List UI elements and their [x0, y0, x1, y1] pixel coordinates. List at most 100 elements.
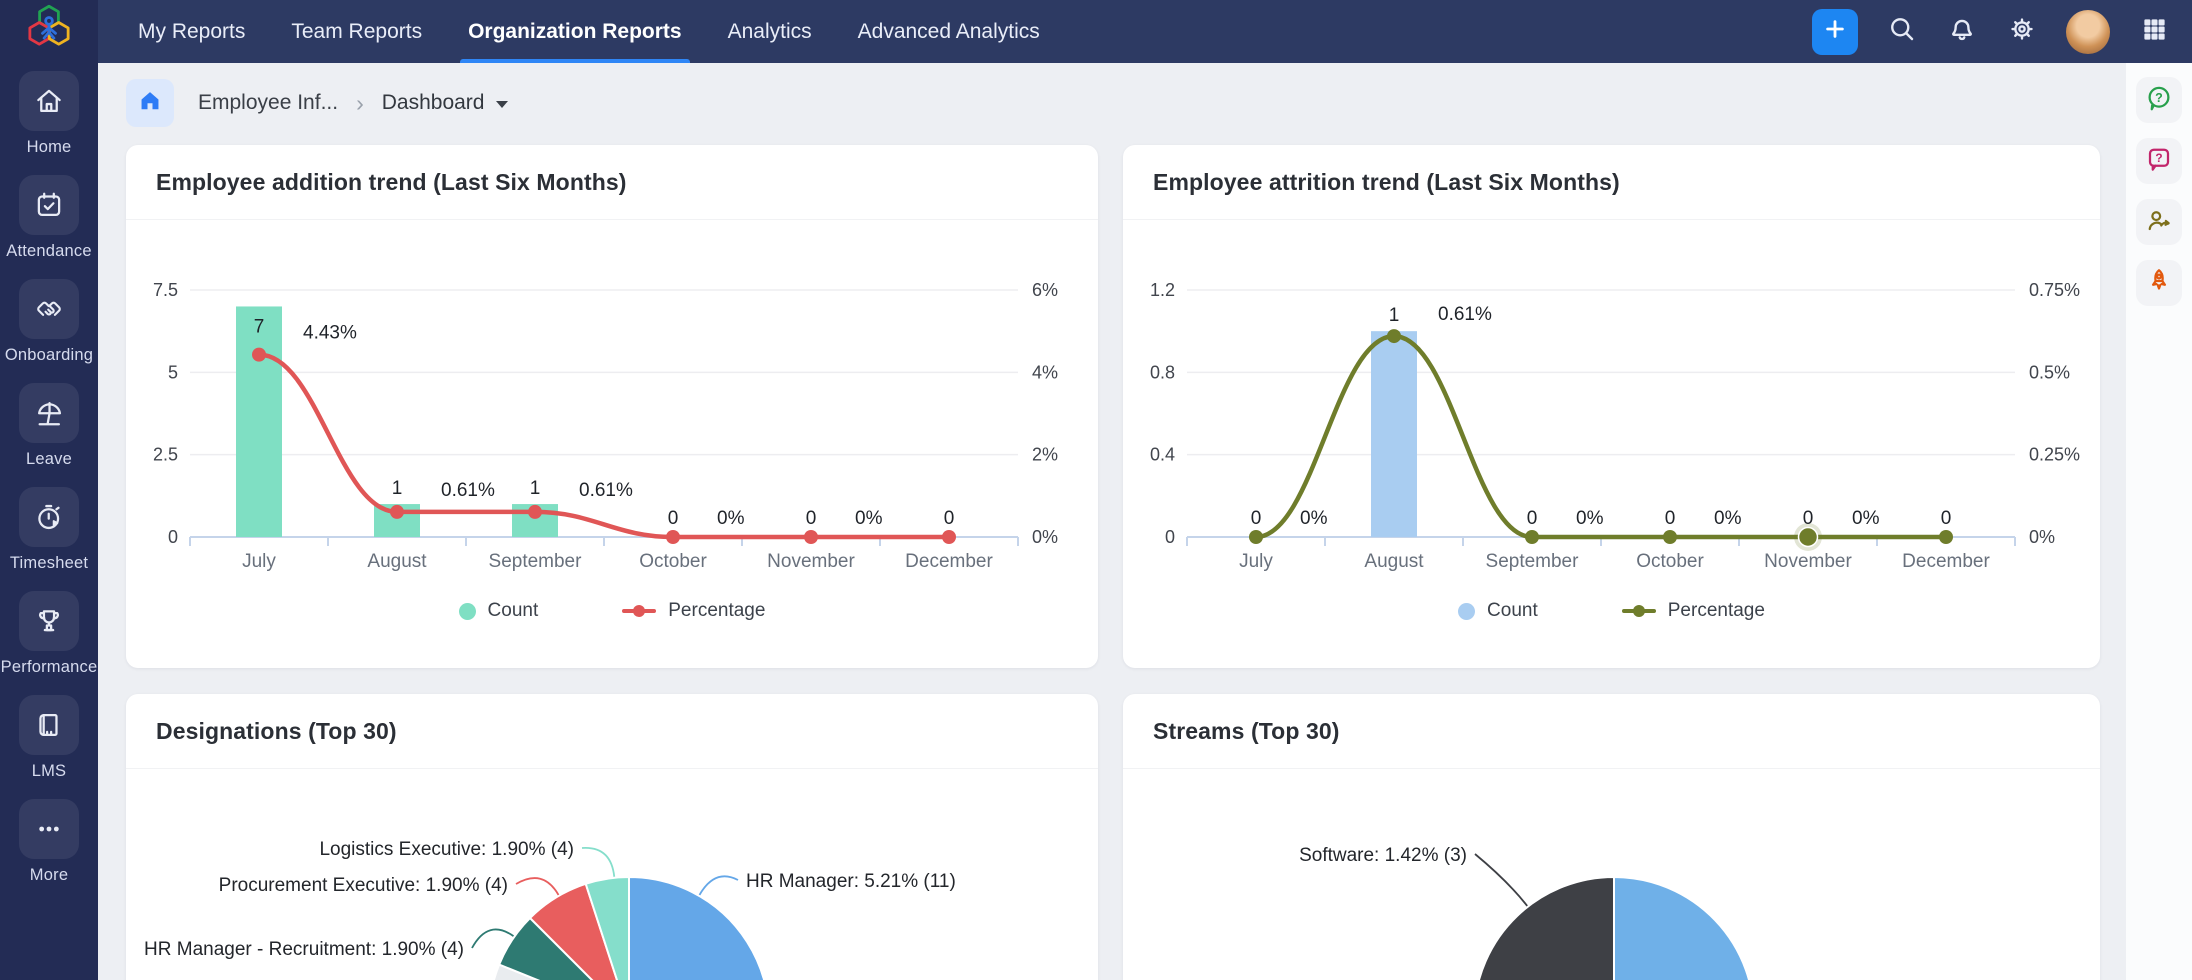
svg-text:October: October	[639, 551, 707, 572]
svg-text:0: 0	[1803, 508, 1814, 529]
chart-legend: Count Percentage	[126, 588, 1098, 634]
handshake-icon	[19, 279, 79, 339]
sidebar-item-attendance[interactable]: Attendance	[0, 175, 98, 271]
apps-grid-icon	[2141, 16, 2168, 48]
bell-icon	[1947, 14, 1977, 49]
svg-text:0: 0	[944, 508, 955, 529]
sidebar-item-leave[interactable]: Leave	[0, 383, 98, 479]
svg-text:0%: 0%	[1714, 508, 1742, 529]
svg-text:October: October	[1636, 551, 1704, 572]
svg-text:0%: 0%	[1576, 508, 1604, 529]
card-employee-attrition-trend: Employee attrition trend (Last Six Month…	[1123, 145, 2100, 668]
svg-text:?: ?	[2155, 90, 2163, 104]
svg-text:0: 0	[668, 508, 679, 529]
svg-text:Logistics Executive: 1.90% (4): Logistics Executive: 1.90% (4)	[319, 839, 574, 860]
user-referral-button[interactable]	[2136, 199, 2182, 245]
card-header: Designations (Top 30)	[126, 694, 1098, 769]
svg-text:2.5: 2.5	[153, 445, 178, 465]
legend-item-percentage[interactable]: Percentage	[1622, 600, 1765, 622]
svg-text:0: 0	[1165, 527, 1175, 547]
help-chat-button[interactable]: ?	[2136, 77, 2182, 123]
svg-text:July: July	[1239, 551, 1273, 572]
svg-text:Procurement Executive: 1.90% (: Procurement Executive: 1.90% (4)	[219, 875, 508, 896]
tab-advanced-analytics[interactable]: Advanced Analytics	[858, 0, 1040, 63]
legend-item-count[interactable]: Count	[459, 600, 539, 622]
svg-text:0%: 0%	[1032, 527, 1058, 547]
card-designations: Designations (Top 30) HR Manager: 5.21% …	[126, 694, 1098, 980]
legend-item-count[interactable]: Count	[1458, 600, 1538, 622]
search-icon	[1887, 14, 1917, 49]
svg-text:0: 0	[1941, 508, 1952, 529]
attrition-trend-chart: 00%0.40.25%0.80.5%1.20.75%JulyAugustSept…	[1123, 220, 2095, 582]
breadcrumb-separator: ›	[356, 90, 364, 117]
plus-icon	[1822, 16, 1848, 47]
svg-text:0.61%: 0.61%	[441, 480, 495, 501]
breadcrumb: Employee Inf... › Dashboard	[126, 78, 2126, 128]
svg-text:4%: 4%	[1032, 362, 1058, 382]
designations-pie-chart: HR Manager: 5.21% (11)Logistics Executiv…	[126, 769, 1098, 980]
svg-text:0%: 0%	[2029, 527, 2055, 547]
people-logo-icon	[23, 3, 75, 60]
svg-text:?: ?	[2155, 150, 2162, 164]
rocket-icon	[2144, 266, 2174, 301]
addition-trend-chart: 00%2.52%54%7.56%JulyAugustSeptemberOctob…	[126, 220, 1098, 582]
svg-text:0%: 0%	[1300, 508, 1328, 529]
main-content: Employee Inf... › Dashboard Employee add…	[98, 63, 2126, 980]
sidebar-item-more[interactable]: More	[0, 799, 98, 895]
card-header: Employee attrition trend (Last Six Month…	[1123, 145, 2100, 220]
sidebar-item-label: Performance	[1, 658, 98, 677]
card-title: Streams (Top 30)	[1153, 718, 1340, 745]
breadcrumb-page-label: Dashboard	[382, 91, 485, 115]
svg-text:HR Manager - Recruitment: 1.90: HR Manager - Recruitment: 1.90% (4)	[144, 939, 464, 960]
svg-text:1.2: 1.2	[1150, 280, 1175, 300]
sidebar-item-home[interactable]: Home	[0, 71, 98, 167]
notifications-button[interactable]	[1946, 16, 1978, 48]
breadcrumb-page-dropdown[interactable]: Dashboard	[382, 91, 509, 115]
svg-text:0.61%: 0.61%	[579, 480, 633, 501]
faq-button[interactable]: ?	[2136, 138, 2182, 184]
settings-button[interactable]	[2006, 16, 2038, 48]
app-logo[interactable]	[0, 0, 98, 63]
legend-item-percentage[interactable]: Percentage	[622, 600, 765, 622]
svg-text:0.25%: 0.25%	[2029, 445, 2080, 465]
percentage-swatch	[1622, 609, 1656, 613]
help-rail: ? ?	[2126, 63, 2192, 980]
legend-label: Percentage	[668, 600, 765, 622]
app-window: Home Attendance Onboarding	[0, 0, 2192, 980]
card-title: Employee addition trend (Last Six Months…	[156, 169, 627, 196]
search-button[interactable]	[1886, 16, 1918, 48]
ellipsis-icon	[19, 799, 79, 859]
svg-text:0%: 0%	[717, 508, 745, 529]
svg-text:0: 0	[1665, 508, 1676, 529]
whats-new-button[interactable]	[2136, 260, 2182, 306]
breadcrumb-home-button[interactable]	[126, 79, 174, 127]
card-streams: Streams (Top 30) Software: 1.42% (3)	[1123, 694, 2100, 980]
tab-analytics[interactable]: Analytics	[728, 0, 812, 63]
svg-text:August: August	[367, 551, 427, 572]
tab-organization-reports[interactable]: Organization Reports	[468, 0, 682, 63]
svg-text:0.4: 0.4	[1150, 445, 1175, 465]
sidebar-item-label: Home	[27, 138, 72, 157]
sidebar-item-performance[interactable]: Performance	[0, 591, 98, 687]
tab-my-reports[interactable]: My Reports	[138, 0, 245, 63]
timer-icon	[19, 487, 79, 547]
book-icon	[19, 695, 79, 755]
user-referral-icon	[2144, 205, 2174, 240]
tab-team-reports[interactable]: Team Reports	[291, 0, 422, 63]
sidebar-item-label: LMS	[32, 762, 67, 781]
sidebar-item-timesheet[interactable]: Timesheet	[0, 487, 98, 583]
svg-text:6%: 6%	[1032, 280, 1058, 300]
svg-text:0: 0	[168, 527, 178, 547]
beach-umbrella-icon	[19, 383, 79, 443]
apps-launcher-button[interactable]	[2138, 16, 2170, 48]
gear-icon	[2007, 14, 2037, 49]
svg-text:1: 1	[392, 478, 403, 499]
breadcrumb-module[interactable]: Employee Inf...	[198, 91, 338, 115]
avatar[interactable]	[2066, 10, 2110, 54]
home-icon	[137, 88, 163, 119]
sidebar-item-lms[interactable]: LMS	[0, 695, 98, 791]
svg-text:Software: 1.42% (3): Software: 1.42% (3)	[1299, 845, 1467, 866]
add-button[interactable]	[1812, 9, 1858, 55]
svg-text:7: 7	[254, 316, 265, 337]
sidebar-item-onboarding[interactable]: Onboarding	[0, 279, 98, 375]
